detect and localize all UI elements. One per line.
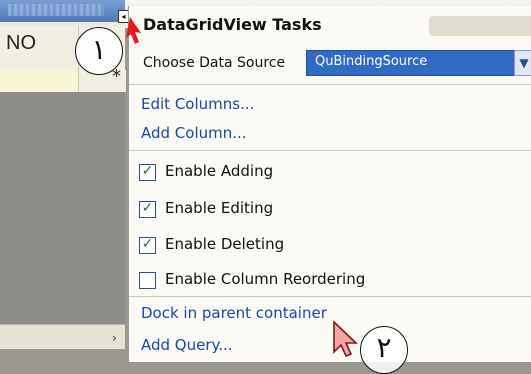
- checkbox-box[interactable]: [139, 272, 156, 289]
- add-column-link[interactable]: Add Column...: [141, 124, 247, 142]
- data-source-select[interactable]: QuBindingSource: [306, 50, 530, 76]
- grid-body: [0, 92, 125, 324]
- scroll-right-arrow-icon[interactable]: ›: [112, 331, 117, 345]
- add-query-link[interactable]: Add Query...: [141, 336, 233, 354]
- red-arrow-icon: [126, 17, 141, 44]
- panel-title: DataGridView Tasks: [143, 15, 322, 34]
- callout-number-two: ٢: [360, 326, 408, 374]
- checkbox-box[interactable]: ✓: [139, 236, 156, 254]
- callout-number-one: ١: [75, 27, 123, 75]
- checkbox-label: Enable Deleting: [165, 235, 285, 253]
- checkbox-box[interactable]: ✓: [139, 200, 156, 218]
- choose-data-source-label: Choose Data Source: [143, 55, 286, 71]
- checkbox-label: Enable Column Reordering: [165, 270, 366, 288]
- datagridview-tasks-panel: DataGridView Tasks Choose Data Source Qu…: [128, 6, 531, 362]
- divider: [129, 296, 531, 297]
- dock-in-parent-container-link[interactable]: Dock in parent container: [141, 304, 327, 322]
- column-header-no[interactable]: NO: [6, 32, 36, 55]
- divider: [129, 150, 531, 151]
- edit-columns-link[interactable]: Edit Columns...: [141, 95, 254, 113]
- mouse-cursor-icon: [333, 320, 358, 358]
- check-icon: ✓: [141, 200, 154, 216]
- checkbox-label: Enable Editing: [165, 199, 274, 217]
- grid-horizontal-scrollbar[interactable]: [0, 324, 125, 349]
- panel-title-pill: [429, 16, 531, 36]
- divider: [129, 84, 531, 85]
- check-icon: ✓: [141, 163, 154, 179]
- chevron-down-icon[interactable]: ▼: [514, 50, 531, 76]
- grid-title-strip: [0, 0, 125, 22]
- checkbox-label: Enable Adding: [165, 162, 274, 180]
- checkbox-box[interactable]: ✓: [139, 163, 156, 181]
- check-icon: ✓: [141, 236, 154, 252]
- data-source-value: QuBindingSource: [315, 54, 428, 69]
